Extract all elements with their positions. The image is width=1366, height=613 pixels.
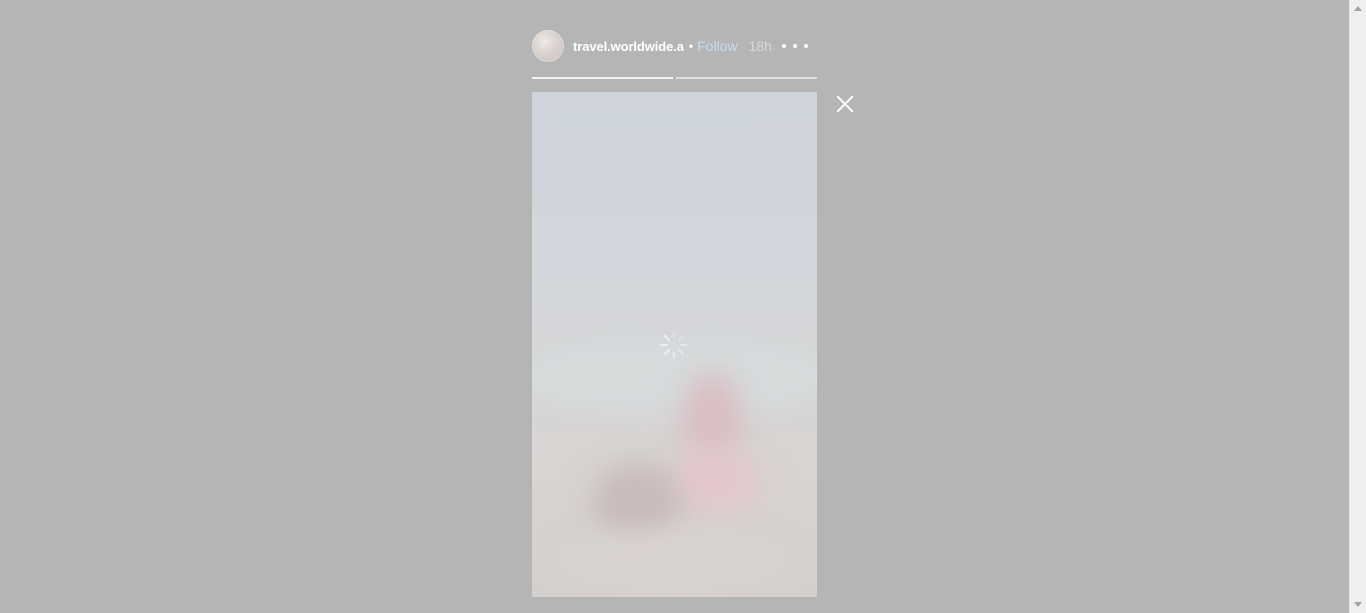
story-progress bbox=[532, 77, 817, 79]
follow-button[interactable]: Follow bbox=[697, 38, 737, 54]
story-viewer-overlay[interactable]: travel.worldwide.a • Follow 18h bbox=[0, 0, 1349, 613]
progress-segment bbox=[676, 77, 817, 79]
post-time: 18h bbox=[748, 38, 772, 54]
spinner-tick bbox=[677, 348, 685, 356]
blurred-figure bbox=[592, 462, 682, 542]
scroll-up-icon[interactable] bbox=[1354, 6, 1362, 11]
spinner-tick bbox=[663, 348, 671, 356]
blurred-figure bbox=[682, 372, 742, 462]
close-icon[interactable] bbox=[834, 93, 856, 115]
scroll-down-icon[interactable] bbox=[1354, 602, 1362, 607]
spinner-tick bbox=[677, 334, 685, 342]
more-dot bbox=[781, 44, 786, 48]
page-scrollbar[interactable] bbox=[1349, 0, 1366, 613]
separator-dot: • bbox=[688, 39, 694, 53]
more-dot bbox=[803, 44, 808, 48]
spinner-tick bbox=[680, 344, 688, 346]
username-link[interactable]: travel.worldwide.a bbox=[573, 39, 684, 54]
more-dot bbox=[792, 44, 797, 48]
blurred-sand bbox=[552, 532, 792, 592]
spinner-tick bbox=[660, 344, 668, 346]
spinner-tick bbox=[673, 331, 675, 339]
spinner-tick bbox=[663, 334, 671, 342]
progress-segment bbox=[532, 77, 673, 79]
story-header: travel.worldwide.a • Follow 18h bbox=[532, 29, 808, 63]
more-options-icon[interactable] bbox=[781, 36, 808, 56]
loading-spinner-icon bbox=[659, 330, 689, 360]
spinner-tick bbox=[673, 351, 675, 359]
story-media[interactable] bbox=[532, 92, 817, 597]
avatar[interactable] bbox=[532, 30, 564, 62]
